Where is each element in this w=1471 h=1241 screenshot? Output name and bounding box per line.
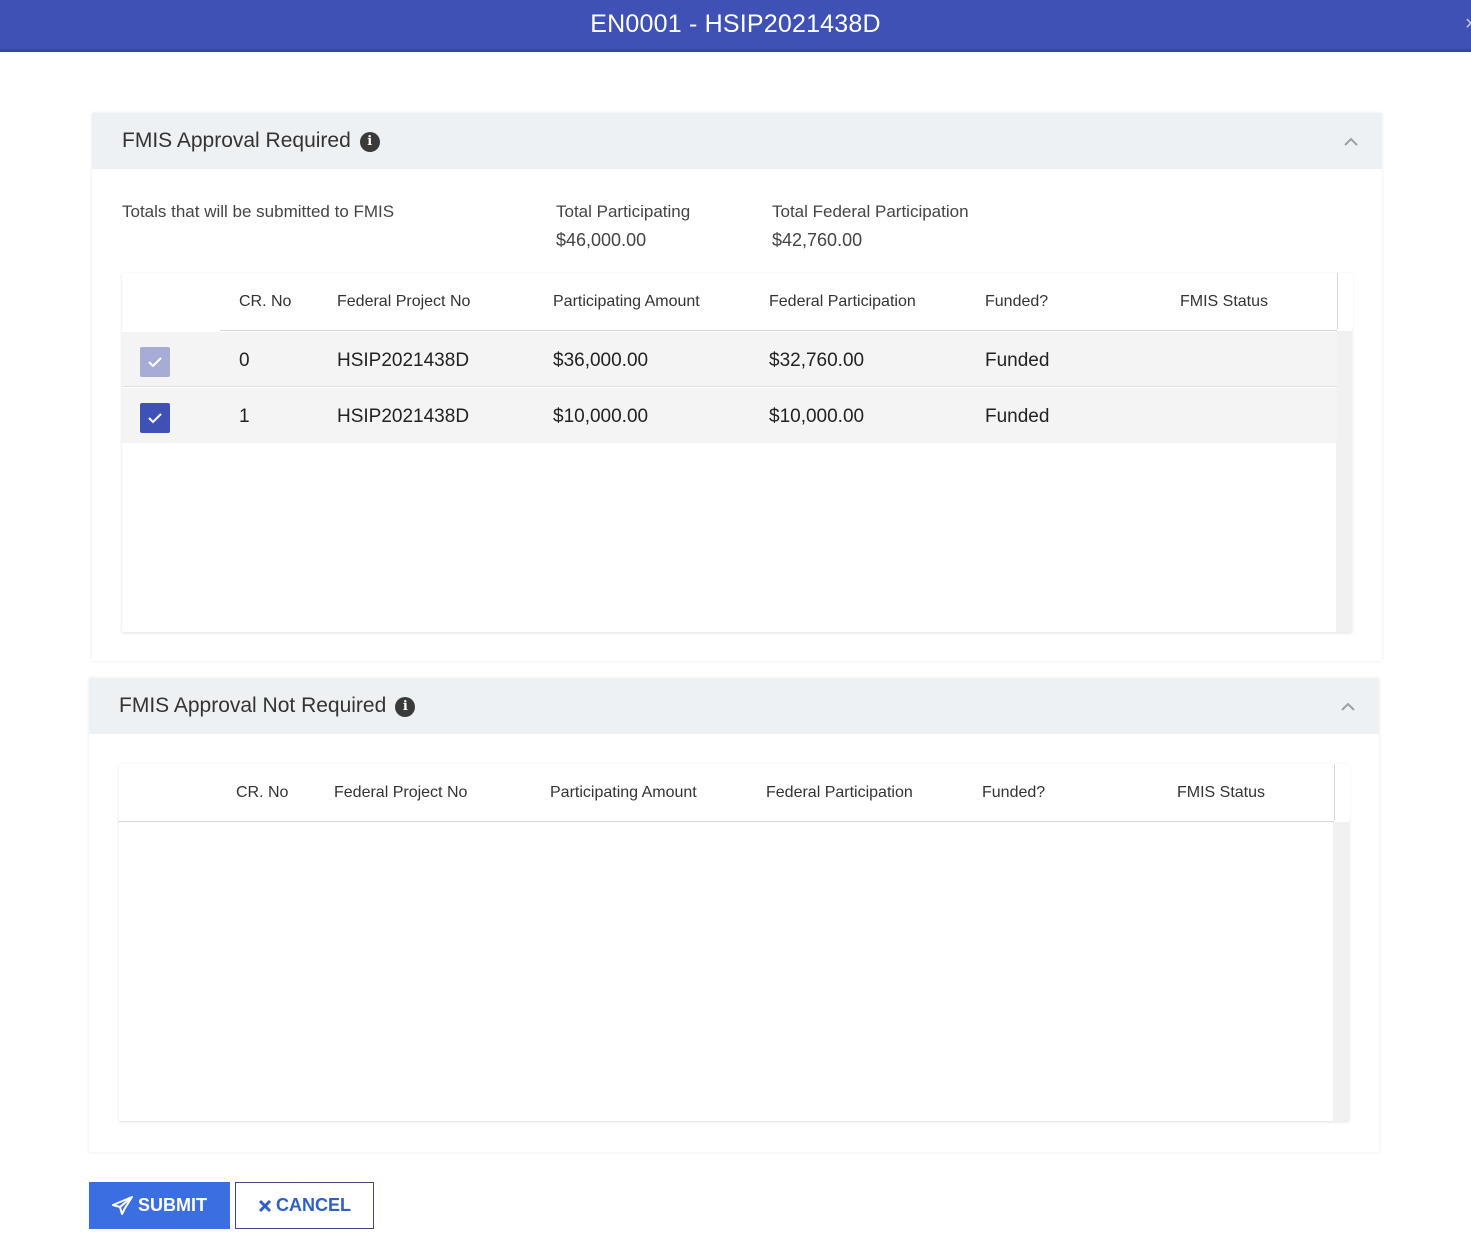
fmis-approval-not-required-header[interactable]: FMIS Approval Not Required i (89, 678, 1379, 734)
participating-cell: $10,000.00 (553, 406, 649, 427)
column-header[interactable]: Federal Project No (337, 293, 470, 311)
fmis-approval-required-header[interactable]: FMIS Approval Required i (92, 113, 1382, 169)
participating-cell: $36,000.00 (553, 350, 649, 371)
fmis-not-required-grid: CR. No Federal Project No Participating … (119, 764, 1350, 1121)
cancel-button[interactable]: CANCEL (235, 1182, 374, 1229)
funded-cell: Funded (985, 350, 1050, 371)
table-row[interactable]: 1 HSIP2021438D $10,000.00 $10,000.00 Fun… (122, 388, 1337, 443)
scrollbar-header (1337, 273, 1353, 329)
column-header[interactable]: FMIS Status (1177, 784, 1265, 802)
cr-no-cell: 0 (239, 350, 250, 371)
scrollbar[interactable] (1333, 822, 1349, 1121)
column-header[interactable]: Federal Project No (334, 784, 467, 802)
total-participating-value: $46,000.00 (556, 230, 647, 250)
window-title: EN0001 - HSIP2021438D (590, 10, 881, 38)
section-title: FMIS Approval Required (122, 129, 351, 152)
fmis-approval-required-panel: FMIS Approval Required i Totals that will… (92, 113, 1382, 661)
cancel-label: CANCEL (276, 1195, 351, 1215)
submit-button[interactable]: SUBMIT (89, 1182, 230, 1229)
send-icon (112, 1195, 133, 1215)
column-header[interactable]: FMIS Status (1180, 293, 1268, 311)
row-checkbox[interactable] (140, 403, 170, 433)
scrollbar-header (1334, 764, 1350, 820)
column-header[interactable]: Participating Amount (550, 784, 697, 802)
column-header[interactable]: Federal Participation (766, 784, 913, 802)
section-title: FMIS Approval Not Required (119, 694, 387, 717)
row-checkbox[interactable] (140, 347, 170, 377)
column-header[interactable]: Funded? (982, 784, 1045, 802)
chevron-up-icon[interactable] (1341, 700, 1355, 714)
federal-cell: $32,760.00 (769, 350, 865, 371)
grid-header: CR. No Federal Project No Participating … (119, 764, 1334, 822)
total-federal-label: Total Federal Participation (772, 202, 969, 221)
window-title-bar: EN0001 - HSIP2021438D × (0, 0, 1471, 52)
column-header[interactable]: CR. No (239, 293, 291, 311)
totals-label: Totals that will be submitted to FMIS (122, 202, 395, 221)
total-participating-label: Total Participating (556, 202, 691, 221)
federal-cell: $10,000.00 (769, 406, 865, 427)
column-header[interactable]: CR. No (236, 784, 288, 802)
close-icon (258, 1199, 272, 1212)
table-row[interactable]: 0 HSIP2021438D $36,000.00 $32,760.00 Fun… (122, 332, 1337, 387)
grid-header: CR. No Federal Project No Participating … (122, 273, 1337, 331)
fmis-required-grid: CR. No Federal Project No Participating … (122, 273, 1353, 632)
column-header[interactable]: Participating Amount (553, 293, 700, 311)
chevron-up-icon[interactable] (1344, 135, 1358, 149)
project-cell: HSIP2021438D (337, 350, 470, 371)
submit-label: SUBMIT (138, 1195, 207, 1215)
funded-cell: Funded (985, 406, 1050, 427)
info-icon[interactable]: i (395, 697, 416, 717)
project-cell: HSIP2021438D (337, 406, 470, 427)
scrollbar[interactable] (1336, 331, 1352, 632)
total-federal-value: $42,760.00 (772, 230, 863, 250)
column-header[interactable]: Federal Participation (769, 293, 916, 311)
column-header[interactable]: Funded? (985, 293, 1048, 311)
cr-no-cell: 1 (239, 406, 250, 427)
info-icon[interactable]: i (359, 132, 380, 152)
close-icon[interactable]: × (1465, 13, 1471, 36)
fmis-approval-not-required-panel: FMIS Approval Not Required i CR. No Feder… (89, 678, 1379, 1152)
